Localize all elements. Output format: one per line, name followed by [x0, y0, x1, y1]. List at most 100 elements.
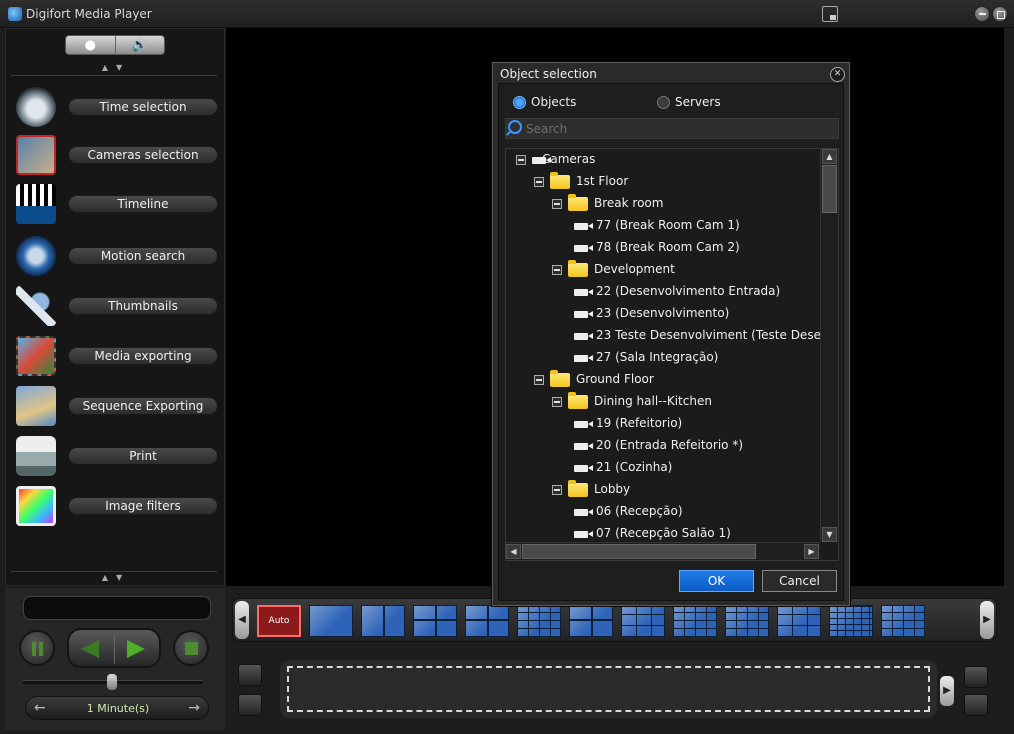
cancel-button[interactable]: Cancel — [762, 570, 837, 592]
collapse-icon[interactable] — [552, 265, 562, 275]
interval-next-icon[interactable]: → — [188, 700, 200, 716]
window-mode-icon[interactable] — [822, 6, 838, 22]
scroll-right-icon[interactable]: ▶ — [804, 544, 819, 559]
menu-item-cameras-selection[interactable]: Cameras selection — [12, 133, 222, 177]
interval-prev-icon[interactable]: ← — [34, 700, 46, 716]
scroll-left-icon[interactable]: ◀ — [506, 544, 521, 559]
play-backward-icon[interactable] — [81, 640, 99, 658]
layout-8-button[interactable] — [621, 605, 665, 637]
menu-item-label[interactable]: Thumbnails — [68, 297, 218, 315]
layout-10-button[interactable] — [725, 605, 769, 637]
search-input[interactable] — [526, 120, 836, 137]
menu-item-sequence-exporting[interactable]: Sequence Exporting — [12, 384, 222, 428]
sequence-drop-area[interactable] — [280, 660, 937, 718]
collapse-icon[interactable] — [552, 397, 562, 407]
printer-icon[interactable] — [16, 436, 56, 476]
tree-camera-item[interactable]: 21 (Cozinha) — [506, 457, 820, 479]
tree-camera-item[interactable]: 27 (Sala Integração) — [506, 347, 820, 369]
menu-item-label[interactable]: Time selection — [68, 98, 218, 116]
tree-camera-item[interactable]: 07 (Recepção Salão 1) — [506, 523, 820, 542]
collapse-icon[interactable] — [552, 485, 562, 495]
collapse-icon[interactable] — [534, 375, 544, 385]
export-icon[interactable] — [964, 666, 988, 688]
thumbnails-icon[interactable] — [16, 286, 56, 326]
pause-button[interactable] — [19, 630, 55, 666]
bookmark-icon[interactable] — [238, 694, 262, 716]
menu-item-label[interactable]: Cameras selection — [68, 146, 218, 164]
tree-camera-item[interactable]: 06 (Recepção) — [506, 501, 820, 523]
tree-camera-item[interactable]: 23 Teste Desenvolviment (Teste Desenvo — [506, 325, 820, 347]
tree-folder-item[interactable]: Development — [506, 259, 820, 281]
menu-item-label[interactable]: Motion search — [68, 247, 218, 265]
scroll-arrows-bottom[interactable]: ▲▼ — [6, 573, 226, 582]
menu-item-thumbnails[interactable]: Thumbnails — [12, 284, 222, 328]
media-export-icon[interactable] — [16, 336, 56, 376]
tree-folder-item[interactable]: 1st Floor — [506, 171, 820, 193]
sequence-play-icon[interactable]: ▶ — [940, 676, 954, 706]
delete-icon[interactable] — [964, 694, 988, 716]
timeline-icon[interactable] — [16, 184, 56, 224]
stopwatch-icon[interactable] — [16, 87, 56, 127]
close-icon[interactable]: ✕ — [830, 67, 845, 82]
scroll-up-icon[interactable]: ▲ — [822, 149, 837, 164]
menu-item-time-selection[interactable]: Time selection — [12, 85, 222, 129]
scroll-arrows-top[interactable]: ▲▼ — [6, 63, 226, 72]
collapse-icon[interactable] — [552, 199, 562, 209]
menu-item-print[interactable]: Print — [12, 434, 222, 478]
menu-item-motion-search[interactable]: Motion search — [12, 234, 222, 278]
layout-5-button[interactable] — [465, 605, 509, 637]
speed-slider-handle[interactable] — [107, 674, 117, 690]
sequence-export-icon[interactable] — [16, 386, 56, 426]
layout-6-button[interactable] — [517, 605, 561, 637]
tree-camera-item[interactable]: 77 (Break Room Cam 1) — [506, 215, 820, 237]
menu-item-label[interactable]: Image filters — [68, 497, 218, 515]
cameras-icon[interactable] — [16, 135, 56, 175]
mode-switch[interactable]: ● 🔊 — [65, 35, 165, 55]
refresh-icon[interactable] — [238, 664, 262, 686]
layout-12-button[interactable] — [777, 605, 821, 637]
layout-20-button[interactable] — [881, 605, 925, 637]
layout-auto-button[interactable]: Auto — [257, 605, 301, 637]
stop-button[interactable] — [173, 630, 209, 666]
ok-button[interactable]: OK — [679, 570, 754, 592]
tree-folder-item[interactable]: Dining hall--Kitchen — [506, 391, 820, 413]
layout-16-button[interactable] — [829, 605, 873, 637]
collapse-icon[interactable] — [516, 155, 526, 165]
tree-camera-item[interactable]: 23 (Desenvolvimento) — [506, 303, 820, 325]
layout-1-button[interactable] — [309, 605, 353, 637]
motion-search-icon[interactable] — [16, 236, 56, 276]
menu-item-timeline[interactable]: Timeline — [12, 182, 222, 226]
scroll-down-icon[interactable]: ▼ — [822, 527, 837, 542]
sequence-dropzone[interactable] — [287, 666, 930, 712]
minimize-button[interactable] — [974, 6, 990, 22]
hscroll-thumb[interactable] — [522, 544, 756, 559]
tree-folder-item[interactable]: Ground Floor — [506, 369, 820, 391]
maximize-button[interactable] — [992, 6, 1008, 22]
user-icon[interactable]: ● — [66, 36, 115, 54]
tree-folder-item[interactable]: Lobby — [506, 479, 820, 501]
horizontal-scrollbar[interactable]: ◀ ▶ — [506, 542, 820, 560]
tree-camera-item[interactable]: 20 (Entrada Refeitorio *) — [506, 435, 820, 457]
tree-camera-item[interactable]: 22 (Desenvolvimento Entrada) — [506, 281, 820, 303]
menu-item-image-filters[interactable]: Image filters — [12, 484, 222, 528]
speaker-icon[interactable]: 🔊 — [116, 36, 165, 54]
layout-next-icon[interactable]: ▶ — [980, 601, 994, 639]
layout-9-button[interactable] — [673, 605, 717, 637]
tree-camera-item[interactable]: 19 (Refeitorio) — [506, 413, 820, 435]
image-filters-icon[interactable] — [16, 486, 56, 526]
layout-prev-icon[interactable]: ◀ — [235, 601, 249, 639]
tree-camera-item[interactable]: 78 (Break Room Cam 2) — [506, 237, 820, 259]
menu-item-label[interactable]: Timeline — [68, 195, 218, 213]
vertical-scrollbar[interactable]: ▲ ▼ — [820, 149, 838, 542]
menu-item-label[interactable]: Media exporting — [68, 347, 218, 365]
play-forward-icon[interactable] — [127, 640, 145, 658]
layout-4-button[interactable] — [413, 605, 457, 637]
menu-item-label[interactable]: Print — [68, 447, 218, 465]
scroll-thumb[interactable] — [822, 165, 837, 213]
layout-2-button[interactable] — [361, 605, 405, 637]
menu-item-media-exporting[interactable]: Media exporting — [12, 334, 222, 378]
tree-folder-item[interactable]: Cameras — [506, 149, 820, 171]
layout-7-button[interactable] — [569, 605, 613, 637]
menu-item-label[interactable]: Sequence Exporting — [68, 397, 218, 415]
tree-folder-item[interactable]: Break room — [506, 193, 820, 215]
